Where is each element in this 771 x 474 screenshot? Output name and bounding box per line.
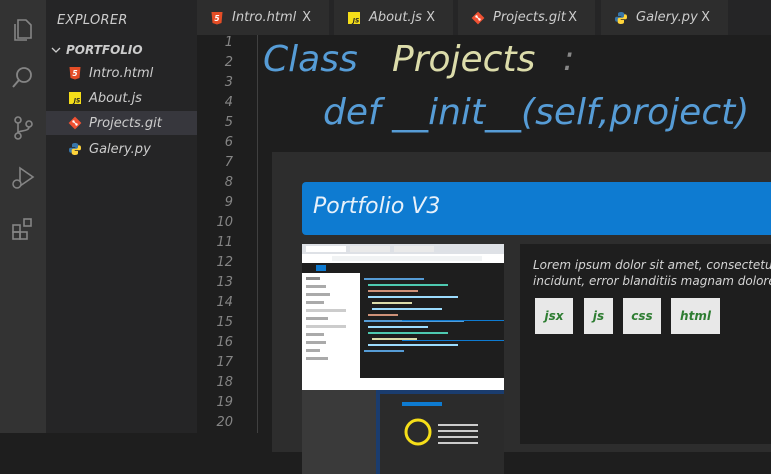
folder-label: PORTFOLIO [66,43,143,57]
file-projects-git[interactable]: Projects.git [46,111,197,135]
file-about-js[interactable]: JS About.js [46,86,197,110]
description-line: Lorem ipsum dolor sit amet, consectetur … [533,258,771,272]
html-icon: 5 [210,11,224,25]
line-number: 9 [224,195,233,210]
search-icon[interactable] [9,64,37,92]
svg-text:5: 5 [214,14,219,23]
close-icon[interactable]: X [701,10,710,25]
source-control-icon[interactable] [9,114,37,142]
line-number: 3 [224,75,233,90]
close-icon[interactable]: X [426,10,435,25]
line-number: 7 [224,155,233,170]
tab-galery-py[interactable]: Galery.py X [601,0,729,35]
line-number: 19 [216,395,233,410]
project-title: Portfolio V3 [313,194,441,219]
screenshot-image [302,244,504,474]
indent-guide [257,35,258,433]
code-keyword-class: Class [263,39,358,80]
project-description-box: Lorem ipsum dolor sit amet, consectetur … [520,244,771,444]
line-number: 15 [216,315,233,330]
svg-text:JS: JS [73,98,81,105]
file-label: About.js [89,90,142,106]
code-colon: : [563,39,575,79]
extensions-icon[interactable] [9,215,37,243]
python-icon [68,142,82,156]
project-screenshot[interactable] [302,244,504,474]
git-icon [68,116,82,130]
tag-css: css [623,298,661,334]
tab-bar: 5 Intro.html X JS About.js X Projects.gi… [197,0,771,35]
line-number-gutter: 1 2 3 4 5 6 7 8 9 10 11 12 13 14 15 16 1… [197,35,233,433]
html-icon: 5 [68,66,82,80]
python-icon [614,11,628,25]
line-number: 20 [216,415,233,430]
line-number: 8 [224,175,233,190]
svg-text:JS: JS [352,17,360,24]
close-icon[interactable]: X [568,10,577,25]
line-number: 18 [216,375,233,390]
explorer-sidebar: EXPLORER PORTFOLIO 5 Intro.html JS About… [46,0,197,433]
line-number: 1 [224,35,233,50]
explorer-title: EXPLORER [57,13,128,28]
project-banner: Portfolio V3 [302,182,771,235]
js-icon: JS [347,11,361,25]
run-debug-icon[interactable] [9,164,37,192]
chevron-down-icon [51,47,61,53]
file-intro-html[interactable]: 5 Intro.html [46,61,197,85]
file-label: Projects.git [89,115,162,131]
file-label: Galery.py [89,141,151,157]
js-icon: JS [68,91,82,105]
close-icon[interactable]: X [302,10,311,25]
tab-label: Projects.git [493,10,566,25]
code-class-name: Projects [392,39,536,80]
tab-label: Galery.py [636,10,698,25]
line-number: 2 [224,55,233,70]
editor-area[interactable]: 1 2 3 4 5 6 7 8 9 10 11 12 13 14 15 16 1… [197,35,771,474]
description-line: incidunt, error blanditiis magnam dolore… [533,274,771,288]
line-number: 13 [216,275,233,290]
tab-label: About.js [369,10,422,25]
line-number: 17 [216,355,233,370]
line-number: 14 [216,295,233,310]
line-number: 11 [216,235,233,250]
tag-jsx: jsx [535,298,573,334]
tab-projects-git[interactable]: Projects.git X [458,0,596,35]
activity-bar [0,0,46,433]
line-number: 10 [216,215,233,230]
line-number: 5 [224,115,233,130]
git-icon [471,11,485,25]
project-description: Lorem ipsum dolor sit amet, consectetur … [533,257,771,289]
files-icon[interactable] [9,16,37,44]
line-number: 4 [224,95,233,110]
folder-portfolio[interactable]: PORTFOLIO [50,40,143,60]
code-def-line: def __init__(self,project) [323,92,750,133]
tag-html: html [671,298,720,334]
tag-js: js [584,298,613,334]
line-number: 12 [216,255,233,270]
tab-about-js[interactable]: JS About.js X [334,0,454,35]
file-label: Intro.html [89,65,154,81]
file-galery-py[interactable]: Galery.py [46,137,197,161]
line-number: 16 [216,335,233,350]
svg-text:5: 5 [72,69,77,78]
project-card: Portfolio V3 Lorem ipsum dolor sit amet,… [272,152,771,474]
tab-intro-html[interactable]: 5 Intro.html X [197,0,330,35]
line-number: 6 [224,135,233,150]
tab-label: Intro.html [232,10,297,25]
